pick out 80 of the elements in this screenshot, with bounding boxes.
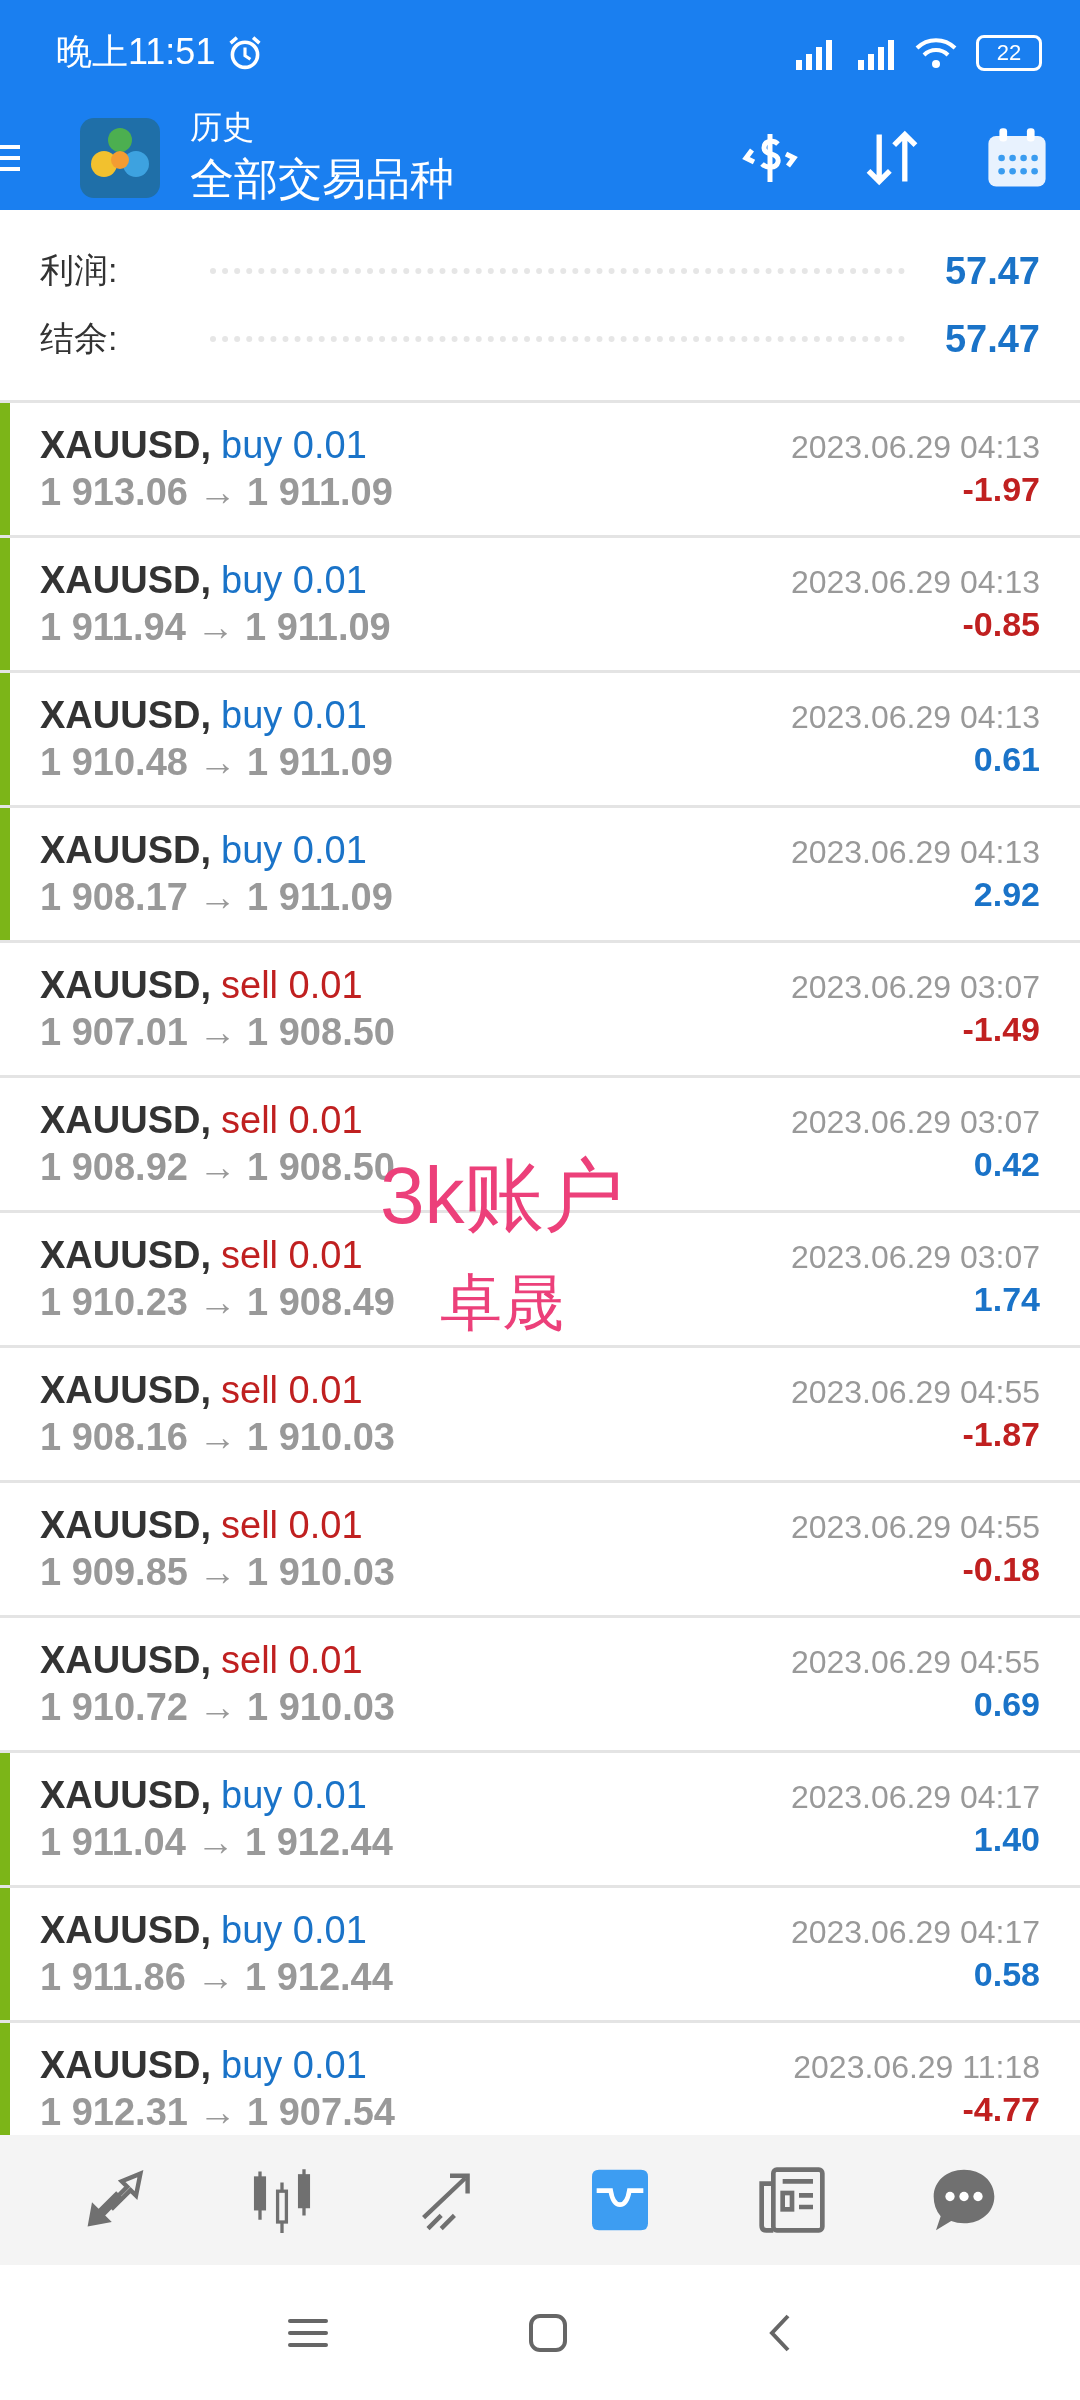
trade-profit: -4.77: [962, 2090, 1040, 2129]
trade-symbol: XAUUSD,: [40, 1369, 212, 1412]
trade-prices: 1 908.17 → 1 911.09: [40, 876, 393, 919]
trade-prices: 1 913.06 → 1 911.09: [40, 471, 393, 514]
trade-profit: -0.18: [962, 1550, 1040, 1589]
battery-level: 22: [996, 39, 1022, 66]
trade-time: 2023.06.29 04:17: [790, 1779, 1040, 1816]
trade-symbol: XAUUSD,: [40, 2044, 212, 2087]
trade-prices: 1 909.85 → 1 910.03: [40, 1551, 395, 1594]
trade-time: 2023.06.29 04:55: [790, 1644, 1040, 1681]
trade-profit: 0.42: [973, 1145, 1040, 1184]
trade-profit: 1.40: [973, 1820, 1040, 1859]
app-logo-icon: [80, 117, 160, 198]
trade-profit: -1.97: [962, 470, 1040, 509]
trade-time: 2023.06.29 04:17: [790, 1914, 1040, 1951]
trade-prices: 1 911.86 → 1 912.44: [40, 1956, 393, 1999]
summary-label: 结余:: [40, 318, 119, 359]
trade-profit: 1.74: [973, 1280, 1040, 1319]
screen-title: 历史: [190, 108, 255, 147]
symbol-filter[interactable]: 全部交易品种: [190, 150, 720, 209]
trade-profit: 2.92: [973, 875, 1040, 914]
trade-time: 2023.06.29 04:13: [790, 429, 1040, 466]
trade-prices: 1 912.31 → 1 907.54: [40, 2091, 395, 2134]
trade-order: buy 0.01: [221, 829, 367, 872]
trade-order: sell 0.01: [221, 964, 363, 1007]
trade-time: 2023.06.29 03:07: [790, 1239, 1040, 1276]
trade-prices: 1 911.94 → 1 911.09: [40, 606, 391, 649]
trade-symbol: XAUUSD,: [40, 829, 212, 872]
trade-order: sell 0.01: [221, 1504, 363, 1547]
status-time: 晚上11:51: [56, 30, 216, 74]
trade-order: sell 0.01: [221, 1099, 363, 1142]
trade-time: 2023.06.29 04:13: [790, 834, 1040, 871]
recent-apps-icon[interactable]: [288, 2317, 328, 2348]
trade-profit: -1.49: [962, 1010, 1040, 1049]
trade-symbol: XAUUSD,: [40, 1639, 212, 1682]
trade-prices: 1 910.72 → 1 910.03: [40, 1686, 395, 1729]
trade-order: sell 0.01: [221, 1639, 363, 1682]
trade-symbol: XAUUSD,: [40, 1909, 212, 1952]
trade-prices: 1 911.04 → 1 912.44: [40, 1821, 393, 1864]
trade-time: 2023.06.29 04:55: [790, 1374, 1040, 1411]
trade-prices: 1 910.23 → 1 908.49: [40, 1281, 395, 1324]
newspaper-icon: [757, 2165, 827, 2235]
trade-order: buy 0.01: [221, 694, 367, 737]
trade-profit: 0.61: [973, 740, 1040, 779]
trade-prices: 1 910.48 → 1 911.09: [40, 741, 393, 784]
trade-time: 2023.06.29 04:13: [790, 564, 1040, 601]
trade-symbol: XAUUSD,: [40, 559, 212, 602]
trade-order: sell 0.01: [221, 1234, 363, 1277]
wifi-icon: [914, 35, 958, 70]
summary-label: 利润:: [40, 250, 119, 291]
trade-profit: -1.87: [962, 1415, 1040, 1454]
trade-symbol: XAUUSD,: [40, 964, 212, 1007]
menu-icon[interactable]: [0, 142, 20, 173]
trade-symbol: XAUUSD,: [40, 694, 212, 737]
trade-time: 2023.06.29 11:18: [793, 2049, 1040, 2086]
trade-prices: 1 907.01 → 1 908.50: [40, 1011, 395, 1054]
trade-order: buy 0.01: [221, 2044, 367, 2087]
home-icon[interactable]: [528, 2312, 568, 2353]
trade-order: buy 0.01: [221, 424, 367, 467]
trade-time: 2023.06.29 04:13: [790, 699, 1040, 736]
trade-order: buy 0.01: [221, 1909, 367, 1952]
trade-prices: 1 908.16 → 1 910.03: [40, 1416, 395, 1459]
trade-symbol: XAUUSD,: [40, 1774, 212, 1817]
trade-time: 2023.06.29 03:07: [790, 969, 1040, 1006]
trade-profit: 0.69: [973, 1685, 1040, 1724]
trade-symbol: XAUUSD,: [40, 424, 212, 467]
trade-time: 2023.06.29 03:07: [790, 1104, 1040, 1141]
trade-order: buy 0.01: [221, 1774, 367, 1817]
summary-value: 57.47: [944, 317, 1040, 361]
trade-order: buy 0.01: [221, 559, 367, 602]
trade-order: sell 0.01: [221, 1369, 363, 1412]
trade-symbol: XAUUSD,: [40, 1099, 212, 1142]
trade-profit: -0.85: [962, 605, 1040, 644]
trade-profit: 0.58: [973, 1955, 1040, 1994]
back-icon[interactable]: [768, 2312, 792, 2353]
trade-symbol: XAUUSD,: [40, 1234, 212, 1277]
trade-symbol: XAUUSD,: [40, 1504, 212, 1547]
summary-value: 57.47: [944, 249, 1040, 293]
trade-time: 2023.06.29 04:55: [790, 1509, 1040, 1546]
annotation-text: 卓晟: [440, 1267, 565, 1339]
